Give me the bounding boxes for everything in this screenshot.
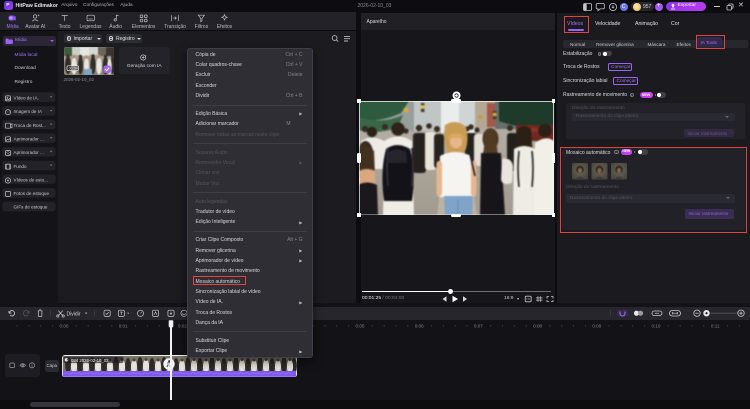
- svg-text:0:08: 0:08: [533, 323, 542, 328]
- svg-text:0:06: 0:06: [415, 323, 424, 328]
- svg-text:Aprimorador ...: Aprimorador ...: [14, 137, 44, 142]
- svg-text:Elementos: Elementos: [132, 24, 156, 30]
- svg-text:Mídia: Mídia: [6, 24, 18, 30]
- svg-text:Áudio: Áudio: [109, 23, 122, 30]
- svg-text:Avatar AI: Avatar AI: [25, 24, 45, 30]
- svg-text:0:05: 0:05: [356, 323, 365, 328]
- svg-text:Efeitos: Efeitos: [217, 24, 233, 30]
- svg-text:00:04: 00:04: [68, 66, 77, 70]
- svg-text:Filtros: Filtros: [195, 24, 209, 30]
- svg-text:0:02: 0:02: [178, 323, 187, 328]
- svg-text:Vídeos de esto...: Vídeos de esto...: [14, 177, 48, 182]
- svg-text:0:01: 0:01: [119, 323, 128, 328]
- svg-text:Aprimorador ...: Aprimorador ...: [14, 150, 44, 155]
- svg-text:0:10: 0:10: [652, 323, 661, 328]
- svg-text:084 2026-02-10_02: 084 2026-02-10_02: [71, 357, 109, 362]
- svg-text:0:09: 0:09: [592, 323, 601, 328]
- svg-text:Texto: Texto: [59, 24, 71, 30]
- svg-text:Fotos de estoque: Fotos de estoque: [14, 191, 50, 196]
- svg-text:GIFs de estoque: GIFs de estoque: [14, 205, 48, 210]
- svg-text:Troca de Rost...: Troca de Rost...: [14, 123, 47, 128]
- svg-text:0:11: 0:11: [711, 323, 720, 328]
- svg-text:Imagem de IA: Imagem de IA: [14, 109, 44, 114]
- svg-text:Dividir: Dividir: [67, 311, 81, 317]
- svg-text:Fundo: Fundo: [14, 164, 27, 169]
- svg-text:Vídeo de IA.: Vídeo de IA.: [14, 96, 39, 101]
- svg-text:Legendas: Legendas: [80, 24, 102, 30]
- svg-text:0:07: 0:07: [474, 323, 483, 328]
- svg-text:0:00: 0:00: [60, 323, 69, 328]
- svg-text:Transição: Transição: [164, 24, 186, 30]
